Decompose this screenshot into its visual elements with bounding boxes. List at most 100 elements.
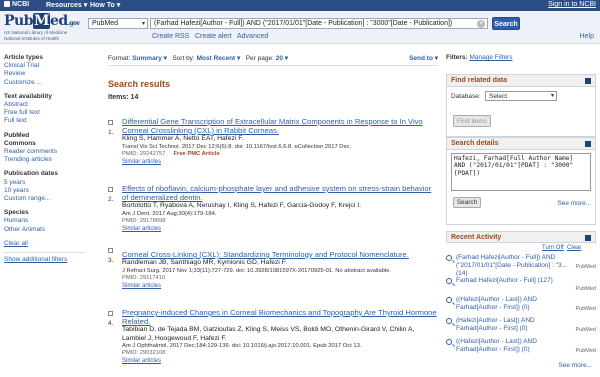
create-rss-link[interactable]: Create RSS [152, 33, 189, 40]
show-additional-filters-link[interactable]: Show additional filters [4, 256, 96, 264]
filter-trending-articles[interactable]: Trending articles [4, 156, 96, 164]
filter-abstract[interactable]: Abstract [4, 101, 96, 109]
record-number: 1. [108, 129, 114, 136]
record-citation: Am J Dent. 2017 Aug;30(4):179-184. [122, 210, 217, 217]
filter-reader-comments[interactable]: Reader comments [4, 148, 96, 156]
activity-source: PubMed [575, 327, 597, 333]
toggle-icon[interactable] [585, 141, 591, 147]
ncbi-logo[interactable]: NCBI [4, 1, 29, 8]
record-citation: Am J Ophthalmol. 2017 Dec;184:129-136. d… [122, 343, 362, 349]
ncbi-logo-text: NCBI [12, 1, 30, 8]
howto-menu[interactable]: How To ▾ [90, 1, 120, 9]
similar-articles-link[interactable]: Similar articles [122, 225, 438, 233]
activity-source: PubMed [575, 306, 597, 312]
chevron-down-icon: ▾ [163, 55, 167, 62]
similar-articles-link[interactable]: Similar articles [122, 282, 438, 290]
chevron-down-icon: ▾ [550, 93, 554, 99]
search-details-panel: Search details Hafezi, Farhad[Full Autho… [446, 137, 596, 225]
record-number: 3. [108, 257, 114, 264]
filter-10-years[interactable]: 10 years [4, 187, 96, 195]
chevron-down-icon: ▾ [83, 2, 88, 9]
activity-source: PubMed [575, 348, 597, 354]
record-authors: Randleman JB, Santhiago MR, Kymionis GD,… [122, 259, 288, 266]
search-icon [446, 255, 452, 261]
filters-line: Filters: Manage Filters [446, 54, 513, 61]
logo-subtitle: US National Library of Medicine [4, 30, 68, 35]
chevron-down-icon: ▾ [116, 2, 121, 9]
pubmed-logo[interactable]: PubMed.gov US National Library of Medici… [4, 13, 84, 41]
select-checkbox[interactable] [108, 311, 113, 316]
record-number: 2. [108, 196, 114, 203]
display-settings-bar: Format: Summary ▾ Sort by: Most Recent ▾… [108, 54, 438, 62]
clear-all-link[interactable]: Clear all [4, 240, 96, 248]
similar-articles-link[interactable]: Similar articles [122, 158, 438, 166]
send-to-dropdown[interactable]: Send to ▾ [409, 54, 438, 62]
signin-link[interactable]: Sign in to NCBI [548, 1, 596, 8]
results-count: Items: 14 [108, 94, 139, 101]
record-title-link[interactable]: Corneal Cross-Linking (CXL): Standardizi… [122, 250, 438, 259]
filter-humans[interactable]: Humans [4, 217, 96, 225]
divider [108, 65, 438, 66]
select-checkbox[interactable] [108, 248, 113, 253]
record-pmid: PMID: 29117410 [122, 274, 166, 281]
record-number: 4. [108, 320, 114, 327]
see-more-link[interactable]: See more... [557, 200, 591, 207]
create-alert-link[interactable]: Create alert [195, 33, 232, 40]
help-link[interactable]: Help [580, 33, 594, 40]
filter-other-animals[interactable]: Other Animals [4, 226, 96, 234]
select-checkbox[interactable] [108, 120, 113, 125]
find-related-data-panel: Find related data Database: Select ▾ Find… [446, 74, 596, 137]
toggle-icon[interactable] [585, 78, 591, 84]
search-details-textarea[interactable]: Hafezi, Farhad[Full Author Name] AND ("2… [451, 153, 591, 191]
activity-source: PubMed [575, 286, 597, 292]
format-dropdown[interactable]: Summary ▾ [132, 55, 167, 62]
filter-review[interactable]: Review [4, 70, 96, 78]
record-title-link[interactable]: Differential Gene Transcription of Extra… [122, 117, 438, 135]
filter-group-heading: Text availability [4, 92, 52, 100]
sort-dropdown[interactable]: Most Recent ▾ [197, 55, 241, 62]
turn-off-link[interactable]: Turn Off [542, 245, 564, 251]
clear-icon[interactable]: × [477, 20, 485, 28]
search-icon [446, 278, 452, 284]
per-page-dropdown[interactable]: 20 ▾ [276, 55, 288, 62]
toggle-icon[interactable] [585, 235, 591, 241]
clear-activity-link[interactable]: Clear [567, 245, 581, 251]
search-button[interactable]: Search [492, 17, 520, 30]
filter-5-years[interactable]: 5 years [4, 179, 96, 187]
find-items-button[interactable]: Find items [453, 115, 491, 127]
record-pmid: PMID: 29242757 [122, 150, 166, 157]
panel-title: Search details [447, 138, 595, 150]
record-authors: Tabibian D, de Tejada BM, Gatzioufas Z, … [122, 326, 415, 342]
search-icon [446, 339, 452, 345]
search-icon [446, 297, 452, 303]
record-pmid: PMID: 29178698 [122, 217, 166, 224]
filter-group-heading: PubMed Commons [4, 131, 36, 147]
filter-custom-range[interactable]: Custom range... [4, 195, 96, 203]
database-label: Database: [451, 93, 481, 100]
chevron-down-icon: ▾ [237, 55, 241, 62]
record-title-link[interactable]: Effects of riboflavin, calcium-phosphate… [122, 184, 438, 202]
filter-full-text[interactable]: Full text [4, 117, 96, 125]
logo-subtitle: National Institutes of Health [4, 36, 60, 41]
database-select[interactable]: PubMed ▾ [88, 18, 148, 29]
recent-activity-title: Recent Activity [446, 231, 596, 243]
select-checkbox[interactable] [108, 187, 113, 192]
manage-filters-link[interactable]: Manage Filters [469, 54, 512, 61]
chevron-down-icon: ▾ [434, 55, 438, 62]
record-title-link[interactable]: Pregnancy-induced Changes in Corneal Bio… [122, 308, 438, 326]
chevron-down-icon: ▾ [141, 21, 145, 27]
search-input[interactable]: (Farhad Hafezi[Author - Full]) AND ("201… [150, 18, 488, 29]
details-search-button[interactable]: Search [453, 197, 481, 208]
related-database-select[interactable]: Select ▾ [485, 91, 557, 101]
resources-menu[interactable]: Resources ▾ [46, 1, 87, 9]
filter-group-heading: Article types [4, 54, 44, 61]
advanced-link[interactable]: Advanced [237, 33, 268, 40]
free-pmc-link[interactable]: Free PMC Article [174, 151, 220, 157]
filter-clinical-trial[interactable]: Clinical Trial [4, 62, 96, 70]
panel-title: Find related data [447, 75, 595, 87]
activity-see-more-link[interactable]: See more... [558, 362, 592, 369]
filter-customize[interactable]: Customize ... [4, 79, 96, 87]
similar-articles-link[interactable]: Similar articles [122, 357, 438, 365]
filter-free-full-text[interactable]: Free full text [4, 109, 96, 117]
filter-group-heading: Publication dates [4, 170, 58, 178]
